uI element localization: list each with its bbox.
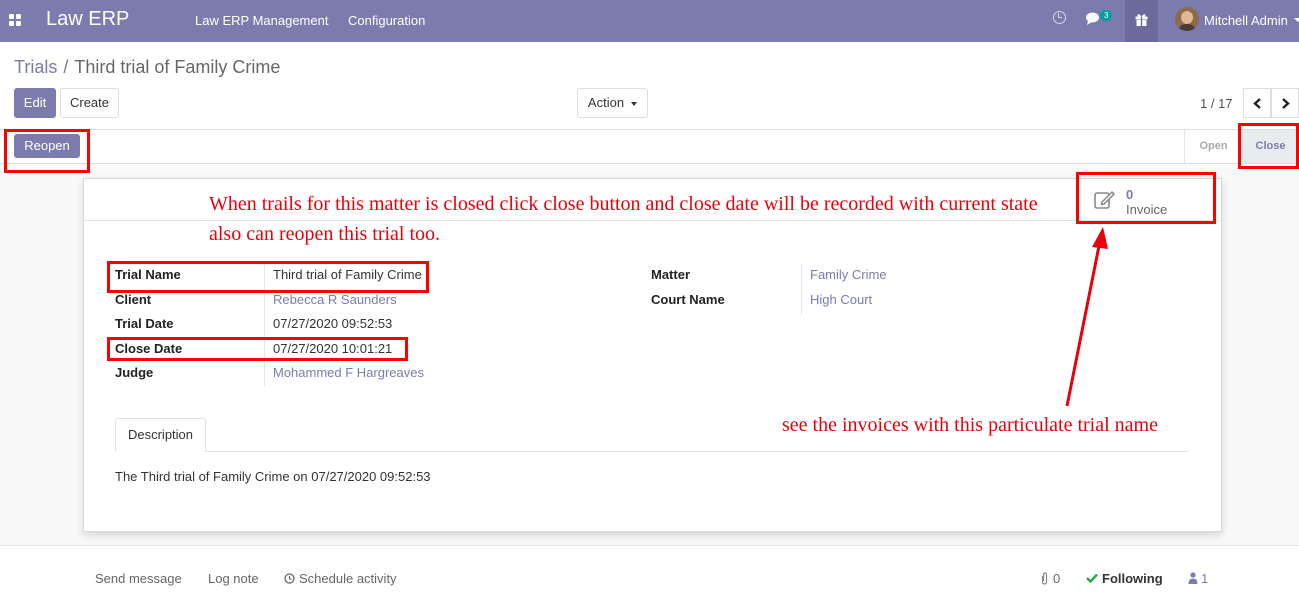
app-brand[interactable]: Law ERP (46, 8, 129, 31)
chevron-right-icon (1282, 98, 1290, 109)
field-label-judge: Judge (115, 365, 154, 380)
log-note-link[interactable]: Log note (208, 571, 259, 586)
follower-user-icon (1188, 572, 1198, 584)
description-text: The Third trial of Family Crime on 07/27… (115, 469, 431, 484)
action-label: Action (587, 95, 625, 110)
annotation-invoice-note: see the invoices with this particulate t… (782, 414, 1158, 436)
highlight-close-date (107, 337, 408, 361)
status-open[interactable]: Open (1184, 130, 1242, 163)
gift-button[interactable] (1125, 0, 1158, 42)
schedule-activity-link[interactable]: Schedule activity (299, 571, 397, 586)
field-value-client-link[interactable]: Rebecca R Saunders (273, 292, 397, 307)
breadcrumb-separator: / (63, 57, 69, 77)
highlight-invoice (1076, 172, 1216, 224)
breadcrumb-trials-link[interactable]: Trials (14, 57, 57, 77)
field-label-court-name: Court Name (651, 292, 725, 307)
followers-count[interactable]: 1 (1201, 571, 1208, 586)
annotation-line-1: When trails for this matter is closed cl… (209, 193, 1038, 215)
message-count-badge: 3 (1100, 10, 1113, 21)
field-label-trial-date: Trial Date (115, 316, 174, 331)
field-value-court-name-link[interactable]: High Court (810, 292, 872, 307)
menu-configuration[interactable]: Configuration (348, 13, 425, 28)
field-value-trial-date: 07/27/2020 09:52:53 (273, 316, 393, 331)
gift-icon (1135, 14, 1148, 26)
field-label-matter: Matter (651, 267, 691, 282)
action-dropdown[interactable]: Action (577, 88, 648, 118)
field-label-client: Client (115, 292, 152, 307)
annotation-arrow-icon (1065, 227, 1108, 407)
form-statusbar: Reopen Open Close (0, 129, 1299, 164)
following-button[interactable]: Following (1102, 571, 1163, 586)
activity-clock-icon[interactable] (1053, 11, 1066, 24)
pager-previous-button[interactable] (1243, 88, 1271, 118)
pager-next-button[interactable] (1271, 88, 1299, 118)
apps-menu-icon[interactable] (9, 14, 21, 26)
highlight-reopen (4, 129, 90, 173)
edit-button[interactable]: Edit (14, 88, 56, 118)
tabs-underline (115, 451, 1189, 452)
create-button[interactable]: Create (60, 88, 119, 118)
field-divider-right (801, 264, 802, 315)
checkmark-icon (1086, 573, 1098, 583)
chevron-left-icon (1253, 98, 1261, 109)
tab-description[interactable]: Description (115, 418, 206, 452)
highlight-trial-name (107, 261, 429, 293)
paperclip-icon (1041, 572, 1048, 585)
chat-bubble-icon[interactable] (1086, 12, 1101, 25)
user-avatar[interactable] (1175, 7, 1199, 31)
menu-law-erp-management[interactable]: Law ERP Management (195, 13, 328, 28)
attachments-count[interactable]: 0 (1053, 571, 1060, 586)
highlight-close (1238, 123, 1299, 169)
chevron-down-icon (631, 101, 638, 106)
user-caret-icon[interactable] (1294, 18, 1299, 22)
breadcrumb-current: Third trial of Family Crime (74, 57, 281, 77)
send-message-link[interactable]: Send message (95, 571, 182, 586)
pager-value[interactable]: 1 / 17 (1200, 96, 1233, 111)
field-value-matter-link[interactable]: Family Crime (810, 267, 887, 282)
top-navbar: Law ERP Law ERP Management Configuration… (0, 0, 1299, 42)
user-name[interactable]: Mitchell Admin (1204, 13, 1288, 28)
annotation-line-2: also can reopen this trial too. (209, 223, 441, 245)
field-value-judge-link[interactable]: Mohammed F Hargreaves (273, 365, 424, 380)
clock-icon (284, 573, 295, 584)
breadcrumb: Trials / Third trial of Family Crime (14, 57, 280, 78)
